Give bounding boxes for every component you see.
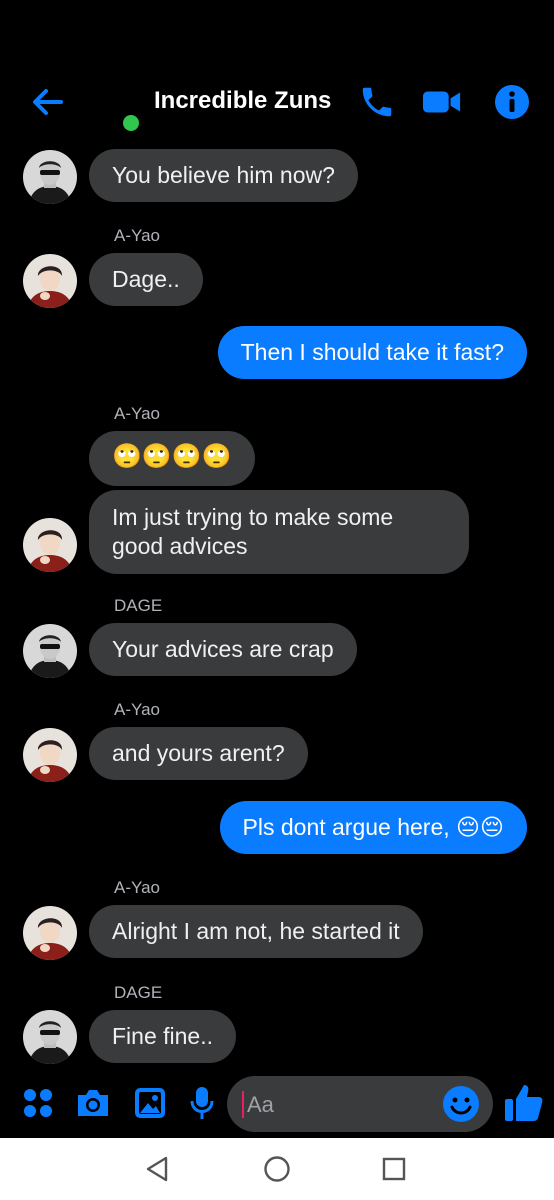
nav-home-button[interactable] [260,1152,294,1186]
message-input-container[interactable] [227,1076,493,1134]
gallery-button[interactable] [132,1085,168,1121]
text-cursor [242,1091,244,1118]
microphone-icon [190,1087,214,1119]
sender-name: A-Yao [114,404,160,423]
sender-name: DAGE [114,596,163,615]
online-status-dot [123,115,139,131]
avatar-dage[interactable] [23,1010,77,1064]
nav-back-icon [146,1156,168,1182]
back-arrow-icon [33,89,63,115]
sender-name: A-Yao [114,700,160,719]
message-bubble[interactable]: Im just trying to make some good advices [89,490,469,574]
thumbs-up-icon [505,1085,543,1121]
emoji-icon [443,1086,479,1122]
message-bubble[interactable]: Fine fine.. [89,1010,236,1063]
camera-button[interactable] [75,1085,111,1121]
message-bubble[interactable]: 🙄🙄🙄🙄 [89,431,255,486]
voice-button[interactable] [184,1085,220,1121]
apps-grid-icon [24,1089,52,1117]
apps-button[interactable] [20,1085,56,1121]
like-button[interactable] [503,1082,545,1124]
avatar-dage[interactable] [23,150,77,204]
nav-home-icon [264,1156,290,1182]
chat-header: Incredible Zuns [0,0,554,140]
message-bubble-sent[interactable]: Pls dont argue here, 😔😔 [219,801,527,854]
info-button[interactable] [492,80,532,124]
message-bubble[interactable]: Your advices are crap [89,623,357,676]
nav-back-button[interactable] [140,1152,174,1186]
message-bubble[interactable]: Alright I am not, he started it [89,905,423,958]
camera-icon [78,1090,108,1116]
back-button[interactable] [28,82,68,122]
system-navigation-bar [0,1138,554,1200]
avatar-ayao[interactable] [23,254,77,308]
message-bubble[interactable]: You believe him now? [89,149,358,202]
message-list[interactable]: You believe him now? A-Yao Dage.. Then I… [0,140,554,1072]
video-call-button[interactable] [422,80,462,124]
message-bubble[interactable]: Dage.. [89,253,203,306]
phone-icon [362,87,392,117]
avatar-ayao[interactable] [23,728,77,782]
sender-name: A-Yao [114,878,160,897]
avatar-ayao[interactable] [23,906,77,960]
avatar-dage[interactable] [23,624,77,678]
message-bubble[interactable]: and yours arent? [89,727,308,780]
nav-recents-icon [382,1157,406,1181]
message-input[interactable] [245,1076,439,1134]
nav-recents-button[interactable] [377,1152,411,1186]
call-button[interactable] [357,80,397,124]
message-bubble-sent[interactable]: Then I should take it fast? [217,326,527,379]
info-icon [495,85,529,119]
conversation-title: Incredible Zuns [154,87,332,114]
emoji-button[interactable] [442,1085,480,1123]
gallery-icon [135,1088,165,1118]
sender-name: A-Yao [114,226,160,245]
video-camera-icon [422,91,461,113]
sender-name: DAGE [114,983,163,1002]
avatar-ayao[interactable] [23,518,77,572]
